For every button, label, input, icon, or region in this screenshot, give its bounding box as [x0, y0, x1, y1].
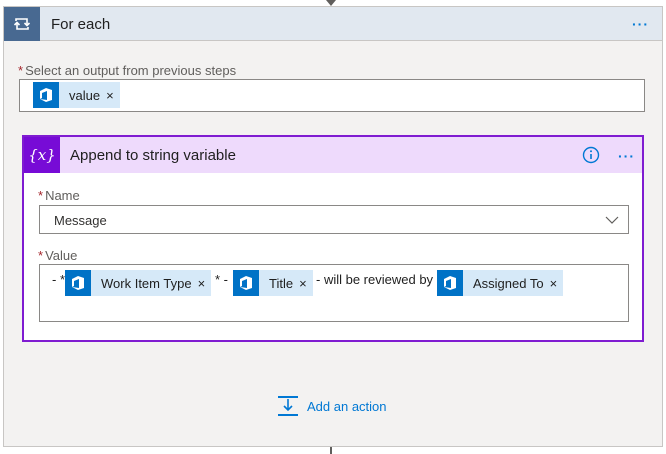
foreach-header[interactable]: For each ···: [4, 7, 662, 41]
token-label: Work Item Type: [101, 275, 192, 291]
name-select-value: Message: [54, 213, 107, 228]
info-icon[interactable]: [582, 146, 600, 164]
card-title: Append to string variable: [70, 147, 236, 164]
card-header[interactable]: {x} Append to string variable ···: [24, 137, 642, 173]
token-title[interactable]: Title ×: [233, 270, 313, 296]
output-input[interactable]: value ×: [19, 79, 645, 112]
token-label: value: [69, 87, 101, 103]
value-text-prefix: - *: [52, 272, 65, 287]
azure-devops-icon: [33, 82, 59, 108]
token-remove-button[interactable]: ×: [293, 276, 313, 291]
azure-devops-icon: [233, 270, 259, 296]
value-text-separator: * -: [215, 272, 228, 287]
value-field-label: * Value: [38, 248, 78, 263]
variable-icon: {x}: [24, 137, 60, 173]
token-value[interactable]: value ×: [33, 82, 120, 108]
foreach-more-options-button[interactable]: ···: [632, 17, 649, 31]
chevron-down-icon: [605, 216, 619, 224]
azure-devops-icon: [437, 270, 463, 296]
outgoing-connector: [330, 447, 332, 454]
value-input[interactable]: - * Work Item Type × * - Title × - will …: [39, 264, 629, 322]
token-label: Title: [269, 275, 294, 291]
name-select[interactable]: Message: [39, 205, 629, 234]
loop-icon: [4, 7, 40, 41]
output-field-label: * Select an output from previous steps: [18, 63, 237, 78]
token-label: Assigned To: [473, 275, 544, 291]
foreach-title: For each: [51, 16, 111, 33]
azure-devops-icon: [65, 270, 91, 296]
add-action-button[interactable]: Add an action: [277, 395, 387, 417]
token-work-item-type[interactable]: Work Item Type ×: [65, 270, 212, 296]
token-assigned-to[interactable]: Assigned To ×: [437, 270, 564, 296]
append-variable-card: {x} Append to string variable ··· * Name …: [22, 135, 644, 342]
token-remove-button[interactable]: ×: [100, 88, 120, 103]
token-remove-button[interactable]: ×: [544, 276, 564, 291]
token-remove-button[interactable]: ×: [192, 276, 212, 291]
value-text-middle: - will be reviewed by: [316, 272, 434, 287]
add-action-icon: [278, 396, 298, 416]
card-more-options-button[interactable]: ···: [618, 149, 635, 163]
add-action-label: Add an action: [307, 398, 387, 414]
name-field-label: * Name: [38, 188, 80, 203]
